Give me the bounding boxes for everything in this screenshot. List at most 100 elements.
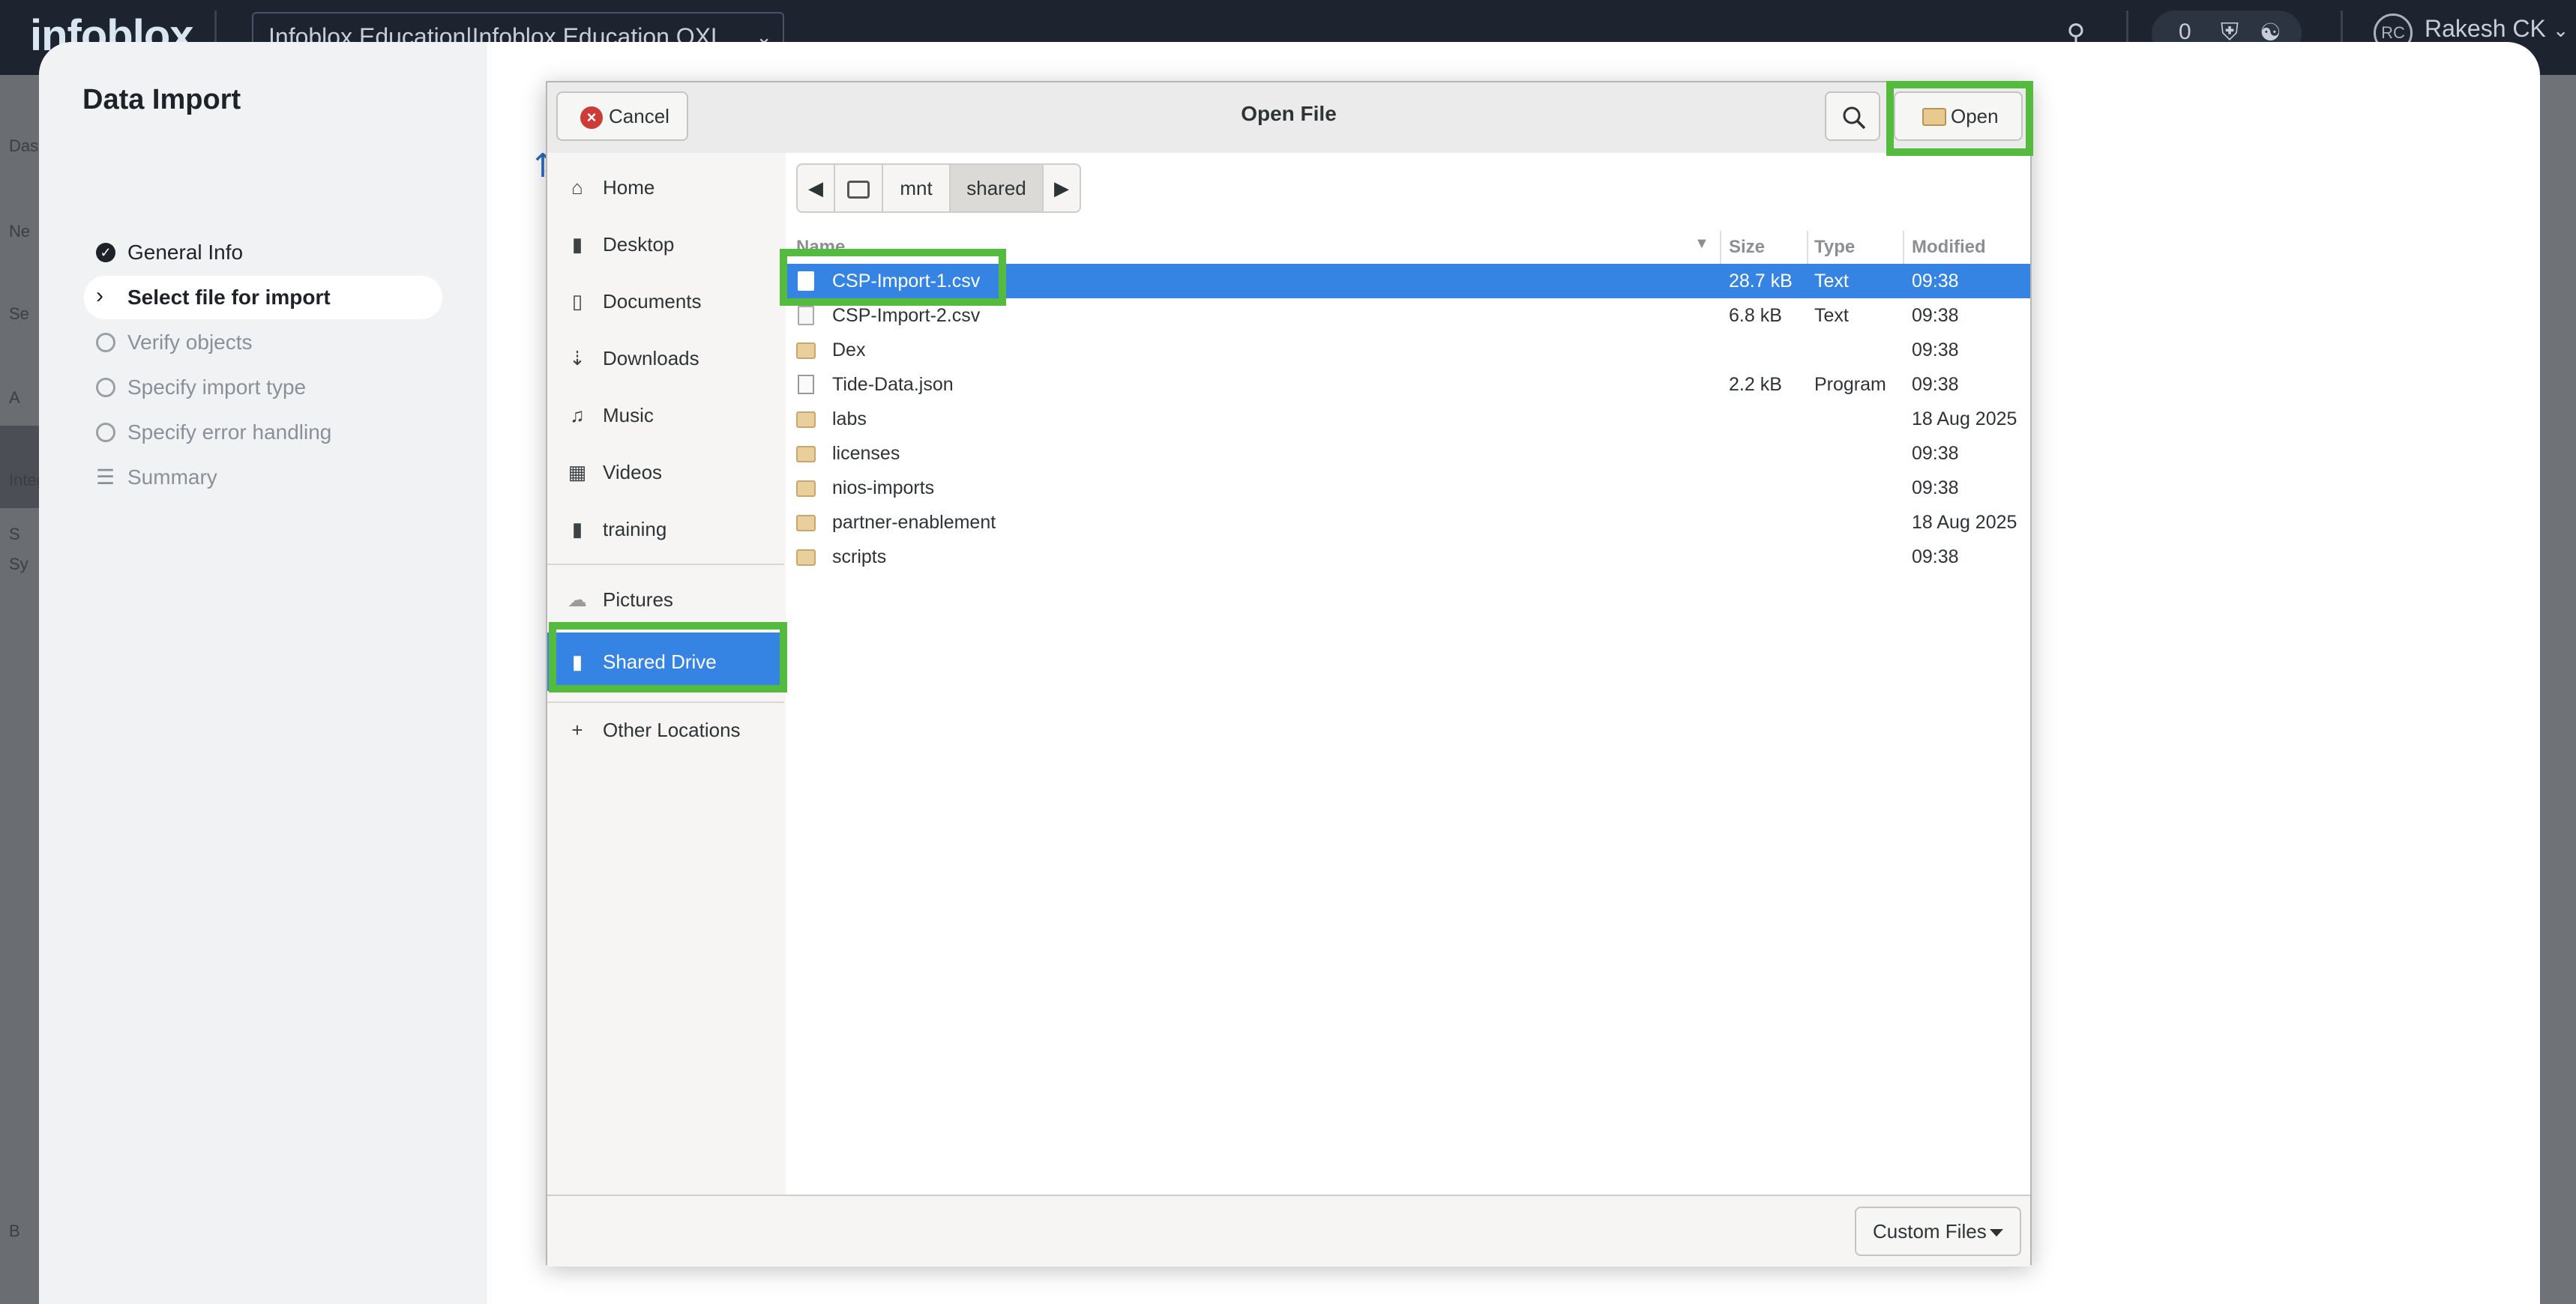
wizard-step-label: General Info — [127, 241, 244, 264]
file-row[interactable]: Tide-Data.json 2.2 kB Program 09:38 — [786, 367, 2030, 402]
file-type: Program — [1814, 374, 1886, 395]
notification-count: 0 — [2179, 19, 2191, 44]
wizard-step-verify-objects[interactable]: Verify objects — [84, 321, 442, 364]
search-button[interactable] — [1825, 91, 1880, 141]
user-menu[interactable]: Rakesh CK ⌄ — [2425, 15, 2569, 43]
place-training[interactable]: ▮ training — [547, 502, 784, 556]
path-segment-mnt[interactable]: mnt — [882, 163, 951, 213]
file-icon — [798, 306, 814, 325]
wizard-step-import-type[interactable]: Specify import type — [84, 366, 442, 409]
column-header-name[interactable]: Name — [796, 237, 845, 258]
file-row[interactable]: partner-enablement 18 Aug 2025 — [786, 505, 2030, 540]
file-modified: 18 Aug 2025 — [1912, 408, 2017, 429]
music-icon: ♫ — [570, 404, 585, 426]
file-filter-dropdown[interactable]: Custom Files — [1855, 1207, 2021, 1256]
open-label: Open — [1951, 105, 1999, 127]
wizard-title: Data Import — [82, 84, 241, 115]
file-name: partner-enablement — [832, 512, 996, 533]
file-name: CSP-Import-2.csv — [832, 305, 981, 326]
file-type: Text — [1814, 305, 1849, 326]
file-row[interactable]: nios-imports 09:38 — [786, 471, 2030, 505]
background-nav-label: Ne — [9, 222, 31, 241]
file-modified: 09:38 — [1912, 339, 1959, 360]
wizard-step-select-file[interactable]: › Select file for import — [84, 276, 442, 319]
column-divider — [1720, 231, 1721, 264]
column-header-row: Name ▼ Size Type Modified — [786, 231, 2030, 264]
column-header-modified[interactable]: Modified — [1912, 237, 1986, 258]
file-row[interactable]: Dex 09:38 — [786, 333, 2030, 367]
background-nav-label: Se — [9, 304, 29, 323]
path-forward-button[interactable]: ▶ — [1042, 163, 1081, 213]
wizard-step-label: Specify error handling — [127, 420, 332, 444]
file-size: 2.2 kB — [1729, 374, 1782, 395]
list-icon: ☰ — [96, 465, 115, 489]
background-nav-label: Das — [9, 136, 39, 155]
path-back-button[interactable]: ◀ — [796, 163, 835, 213]
folder-icon — [796, 515, 816, 531]
wizard-step-label: Select file for import — [127, 286, 331, 309]
path-root-button[interactable] — [834, 163, 883, 213]
place-other-locations[interactable]: + Other Locations — [547, 703, 784, 757]
background-nav-label: S — [9, 525, 20, 543]
place-home[interactable]: ⌂ Home — [547, 160, 784, 214]
wizard-step-error-handling[interactable]: Specify error handling — [84, 411, 442, 454]
file-name: CSP-Import-1.csv — [832, 271, 981, 292]
file-filter-label: Custom Files — [1873, 1220, 1987, 1243]
background-nav-label: A — [9, 388, 20, 407]
background-nav-label: Sy — [9, 555, 28, 573]
path-segment-shared[interactable]: shared — [949, 163, 1044, 213]
column-header-size[interactable]: Size — [1729, 237, 1765, 258]
chevron-down-icon: ⌄ — [2552, 19, 2569, 41]
place-videos[interactable]: ▦ Videos — [547, 445, 784, 499]
place-music[interactable]: ♫ Music — [547, 388, 784, 442]
chevron-right-icon: › — [96, 283, 103, 308]
place-pictures[interactable]: ☁ Pictures — [547, 573, 784, 627]
column-divider — [1903, 231, 1904, 264]
file-row[interactable]: scripts 09:38 — [786, 540, 2030, 574]
file-row[interactable]: licenses 09:38 — [786, 436, 2030, 471]
file-row[interactable]: CSP-Import-1.csv 28.7 kB Text 09:38 — [786, 264, 2030, 298]
background-nav: Das Ne Se A Integ S Sy B — [0, 75, 46, 1304]
circle-icon — [96, 378, 115, 397]
drive-icon — [847, 181, 870, 199]
folder-icon: ▮ — [571, 651, 583, 673]
place-downloads[interactable]: ⇣ Downloads — [547, 331, 784, 385]
wizard-sidebar: Data Import ✓ General Info › Select file… — [39, 42, 487, 1304]
file-icon — [798, 271, 814, 291]
circle-icon — [96, 423, 115, 442]
background-nav-label: B — [9, 1222, 20, 1240]
place-desktop[interactable]: ▮ Desktop — [547, 217, 784, 271]
video-icon: ▦ — [568, 461, 587, 483]
file-modified: 09:38 — [1912, 271, 1959, 292]
sort-down-icon: ▼ — [1694, 235, 1709, 252]
file-name: nios-imports — [832, 477, 935, 498]
wizard-step-label: Specify import type — [127, 375, 307, 399]
place-label: Pictures — [603, 588, 673, 611]
file-modified: 09:38 — [1912, 477, 1959, 498]
download-icon: ⇣ — [569, 347, 586, 369]
plus-icon: + — [571, 719, 583, 741]
open-button[interactable]: Open — [1894, 91, 2023, 141]
wizard-step-summary[interactable]: ☰ Summary — [84, 456, 442, 499]
document-icon: ▯ — [571, 290, 583, 313]
file-name: scripts — [832, 546, 887, 567]
place-label: Desktop — [603, 233, 675, 256]
dialog-title: Open File — [1241, 102, 1337, 125]
file-name: licenses — [832, 443, 900, 464]
file-row[interactable]: CSP-Import-2.csv 6.8 kB Text 09:38 — [786, 298, 2030, 333]
file-row[interactable]: labs 18 Aug 2025 — [786, 402, 2030, 436]
place-documents[interactable]: ▯ Documents — [547, 274, 784, 328]
place-shared-drive[interactable]: ▮ Shared Drive — [547, 633, 784, 691]
folder-icon — [796, 342, 816, 359]
file-type: Text — [1814, 271, 1849, 292]
place-label: Home — [603, 176, 655, 199]
column-header-type[interactable]: Type — [1814, 237, 1855, 258]
wizard-step-general-info[interactable]: ✓ General Info — [84, 231, 442, 274]
check-circle-icon: ✓ — [96, 243, 115, 262]
file-size: 28.7 kB — [1729, 271, 1793, 292]
folder-icon: ▮ — [571, 233, 583, 256]
user-name: Rakesh CK — [2425, 15, 2546, 42]
file-browser: ◀ mnt shared ▶ Name ▼ Size Type Modified… — [786, 153, 2030, 1195]
file-modified: 09:38 — [1912, 443, 1959, 464]
file-modified: 18 Aug 2025 — [1912, 512, 2017, 533]
